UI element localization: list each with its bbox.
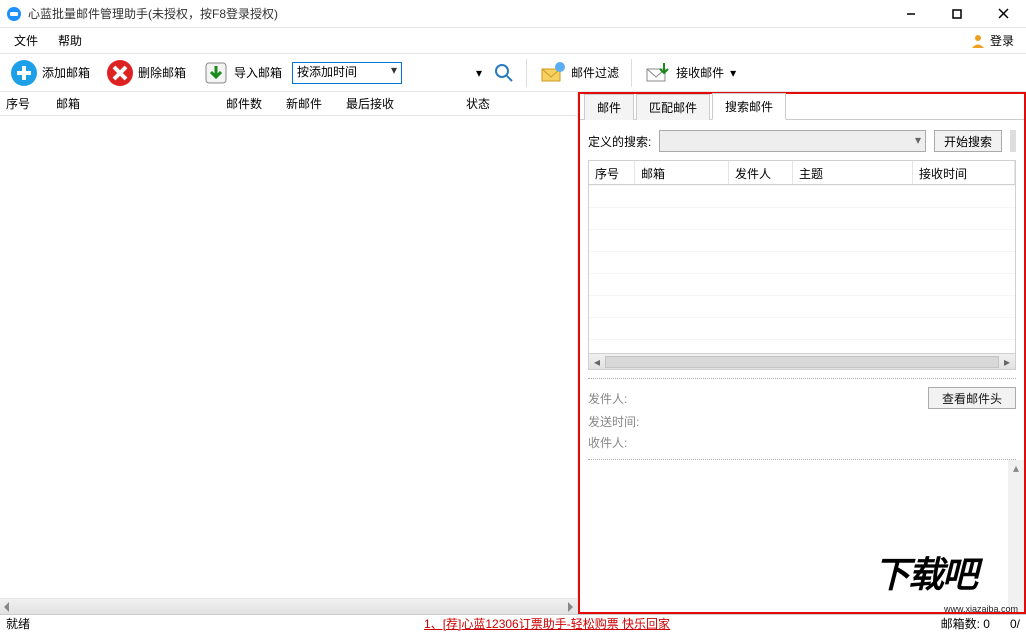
mailbox-h-scrollbar[interactable] [0,598,577,614]
scroll-left-icon: ◂ [589,355,605,369]
mailbox-list-pane: 序号 邮箱 邮件数 新邮件 最后接收 状态 [0,92,578,614]
receive-mail-button[interactable]: 接收邮件 ▾ [638,57,742,89]
minimize-button[interactable] [888,0,934,28]
window-titlebar: 心蓝批量邮件管理助手(未授权，按F8登录授权) [0,0,1026,28]
search-results-table: 序号 邮箱 发件人 主题 接收时间 ◂ ▸ [588,160,1016,370]
status-mailbox-count: 邮箱数: 0 [941,615,990,632]
scroll-right-icon: ▸ [999,355,1015,369]
search-strip [1010,130,1016,152]
mail-filter-label: 邮件过滤 [571,64,619,81]
defined-search-label: 定义的搜索: [588,133,651,150]
import-mailbox-label: 导入邮箱 [234,64,282,81]
tab-search-mail[interactable]: 搜索邮件 [712,93,786,120]
main-area: 序号 邮箱 邮件数 新邮件 最后接收 状态 邮件 匹配邮件 搜索邮件 定义的搜索… [0,92,1026,614]
import-icon [202,59,230,87]
sender-label: 发件人: [588,390,650,407]
delete-icon [106,59,134,87]
tab-match-mail[interactable]: 匹配邮件 [636,94,710,120]
mail-detail-fields: 发件人: 查看邮件头 发送时间: 收件人: [588,378,1016,453]
results-body[interactable] [589,185,1015,353]
preview-v-scrollbar[interactable]: ▴ [1008,460,1024,612]
add-mailbox-label: 添加邮箱 [42,64,90,81]
search-icon[interactable] [494,63,514,83]
mailbox-table-header: 序号 邮箱 邮件数 新邮件 最后接收 状态 [0,92,577,116]
mail-detail-pane: 邮件 匹配邮件 搜索邮件 定义的搜索: ▾ 开始搜索 序号 邮箱 发件人 主题 … [578,92,1026,614]
menu-file[interactable]: 文件 [4,29,48,52]
user-icon [970,33,986,49]
app-icon [6,6,22,22]
defined-search-select[interactable]: ▾ [659,130,926,152]
receive-mail-label: 接收邮件 [676,64,724,81]
mail-filter-button[interactable]: 邮件过滤 [533,57,625,89]
results-h-scrollbar[interactable]: ◂ ▸ [589,353,1015,369]
login-button[interactable]: 登录 [962,29,1022,52]
toolbar-separator-2 [631,59,632,87]
detail-sendtime-row: 发送时间: [588,411,1016,432]
add-mailbox-button[interactable]: 添加邮箱 [4,57,96,89]
rcol-subject[interactable]: 主题 [793,161,913,184]
status-partial: 0/ [1010,617,1020,631]
maximize-button[interactable] [934,0,980,28]
detail-tabs: 邮件 匹配邮件 搜索邮件 [580,94,1024,120]
sort-select-value: 按添加时间 [297,65,357,79]
plus-icon [10,59,38,87]
import-mailbox-button[interactable]: 导入邮箱 [196,57,288,89]
status-promo-link[interactable]: 1、[荐]心蓝12306订票助手-轻松购票 快乐回家 [424,615,670,632]
scroll-track [605,356,999,368]
receive-icon [644,59,672,87]
close-button[interactable] [980,0,1026,28]
search-row: 定义的搜索: ▾ 开始搜索 [580,120,1024,160]
chevron-down-icon: ▾ [391,63,397,77]
detail-recipient-row: 收件人: [588,432,1016,453]
chevron-down-icon: ▾ [730,66,736,80]
tab-mail[interactable]: 邮件 [584,94,634,120]
sort-dropdown-arrow[interactable]: ▾ [476,66,484,80]
close-icon [998,8,1009,19]
mail-preview-area[interactable]: ▴ [580,460,1024,612]
sendtime-label: 发送时间: [588,413,650,430]
sort-select[interactable]: 按添加时间 ▾ [292,62,402,84]
rcol-sender[interactable]: 发件人 [729,161,793,184]
detail-sender-row: 发件人: 查看邮件头 [588,385,1016,411]
status-ready: 就绪 [6,615,30,632]
view-mail-header-button[interactable]: 查看邮件头 [928,387,1016,409]
menu-help[interactable]: 帮助 [48,29,92,52]
status-bar: 就绪 1、[荐]心蓝12306订票助手-轻松购票 快乐回家 邮箱数: 0 0/ [0,614,1026,632]
delete-mailbox-label: 删除邮箱 [138,64,186,81]
col-mailbox[interactable]: 邮箱 [50,95,220,112]
results-header: 序号 邮箱 发件人 主题 接收时间 [589,161,1015,185]
toolbar: 添加邮箱 删除邮箱 导入邮箱 按添加时间 ▾ ▾ 邮件过滤 接收邮件 ▾ [0,54,1026,92]
menubar: 文件 帮助 登录 [0,28,1026,54]
col-lastrecv[interactable]: 最后接收 [340,95,460,112]
delete-mailbox-button[interactable]: 删除邮箱 [100,57,192,89]
scroll-up-icon: ▴ [1008,460,1024,476]
filter-icon [539,59,567,87]
mailbox-table-body[interactable] [0,116,577,598]
minimize-icon [906,9,916,19]
col-seq[interactable]: 序号 [0,95,50,112]
login-label: 登录 [990,32,1014,49]
toolbar-separator [526,59,527,87]
col-mailcount[interactable]: 邮件数 [220,95,280,112]
start-search-button[interactable]: 开始搜索 [934,130,1002,152]
rcol-seq[interactable]: 序号 [589,161,635,184]
maximize-icon [952,9,962,19]
col-status[interactable]: 状态 [460,95,577,112]
rcol-mailbox[interactable]: 邮箱 [635,161,729,184]
col-newmail[interactable]: 新邮件 [280,95,340,112]
window-title: 心蓝批量邮件管理助手(未授权，按F8登录授权) [28,5,888,22]
rcol-recvtime[interactable]: 接收时间 [913,161,1015,184]
recipient-label: 收件人: [588,434,650,451]
chevron-down-icon: ▾ [911,131,925,149]
window-controls [888,0,1026,28]
